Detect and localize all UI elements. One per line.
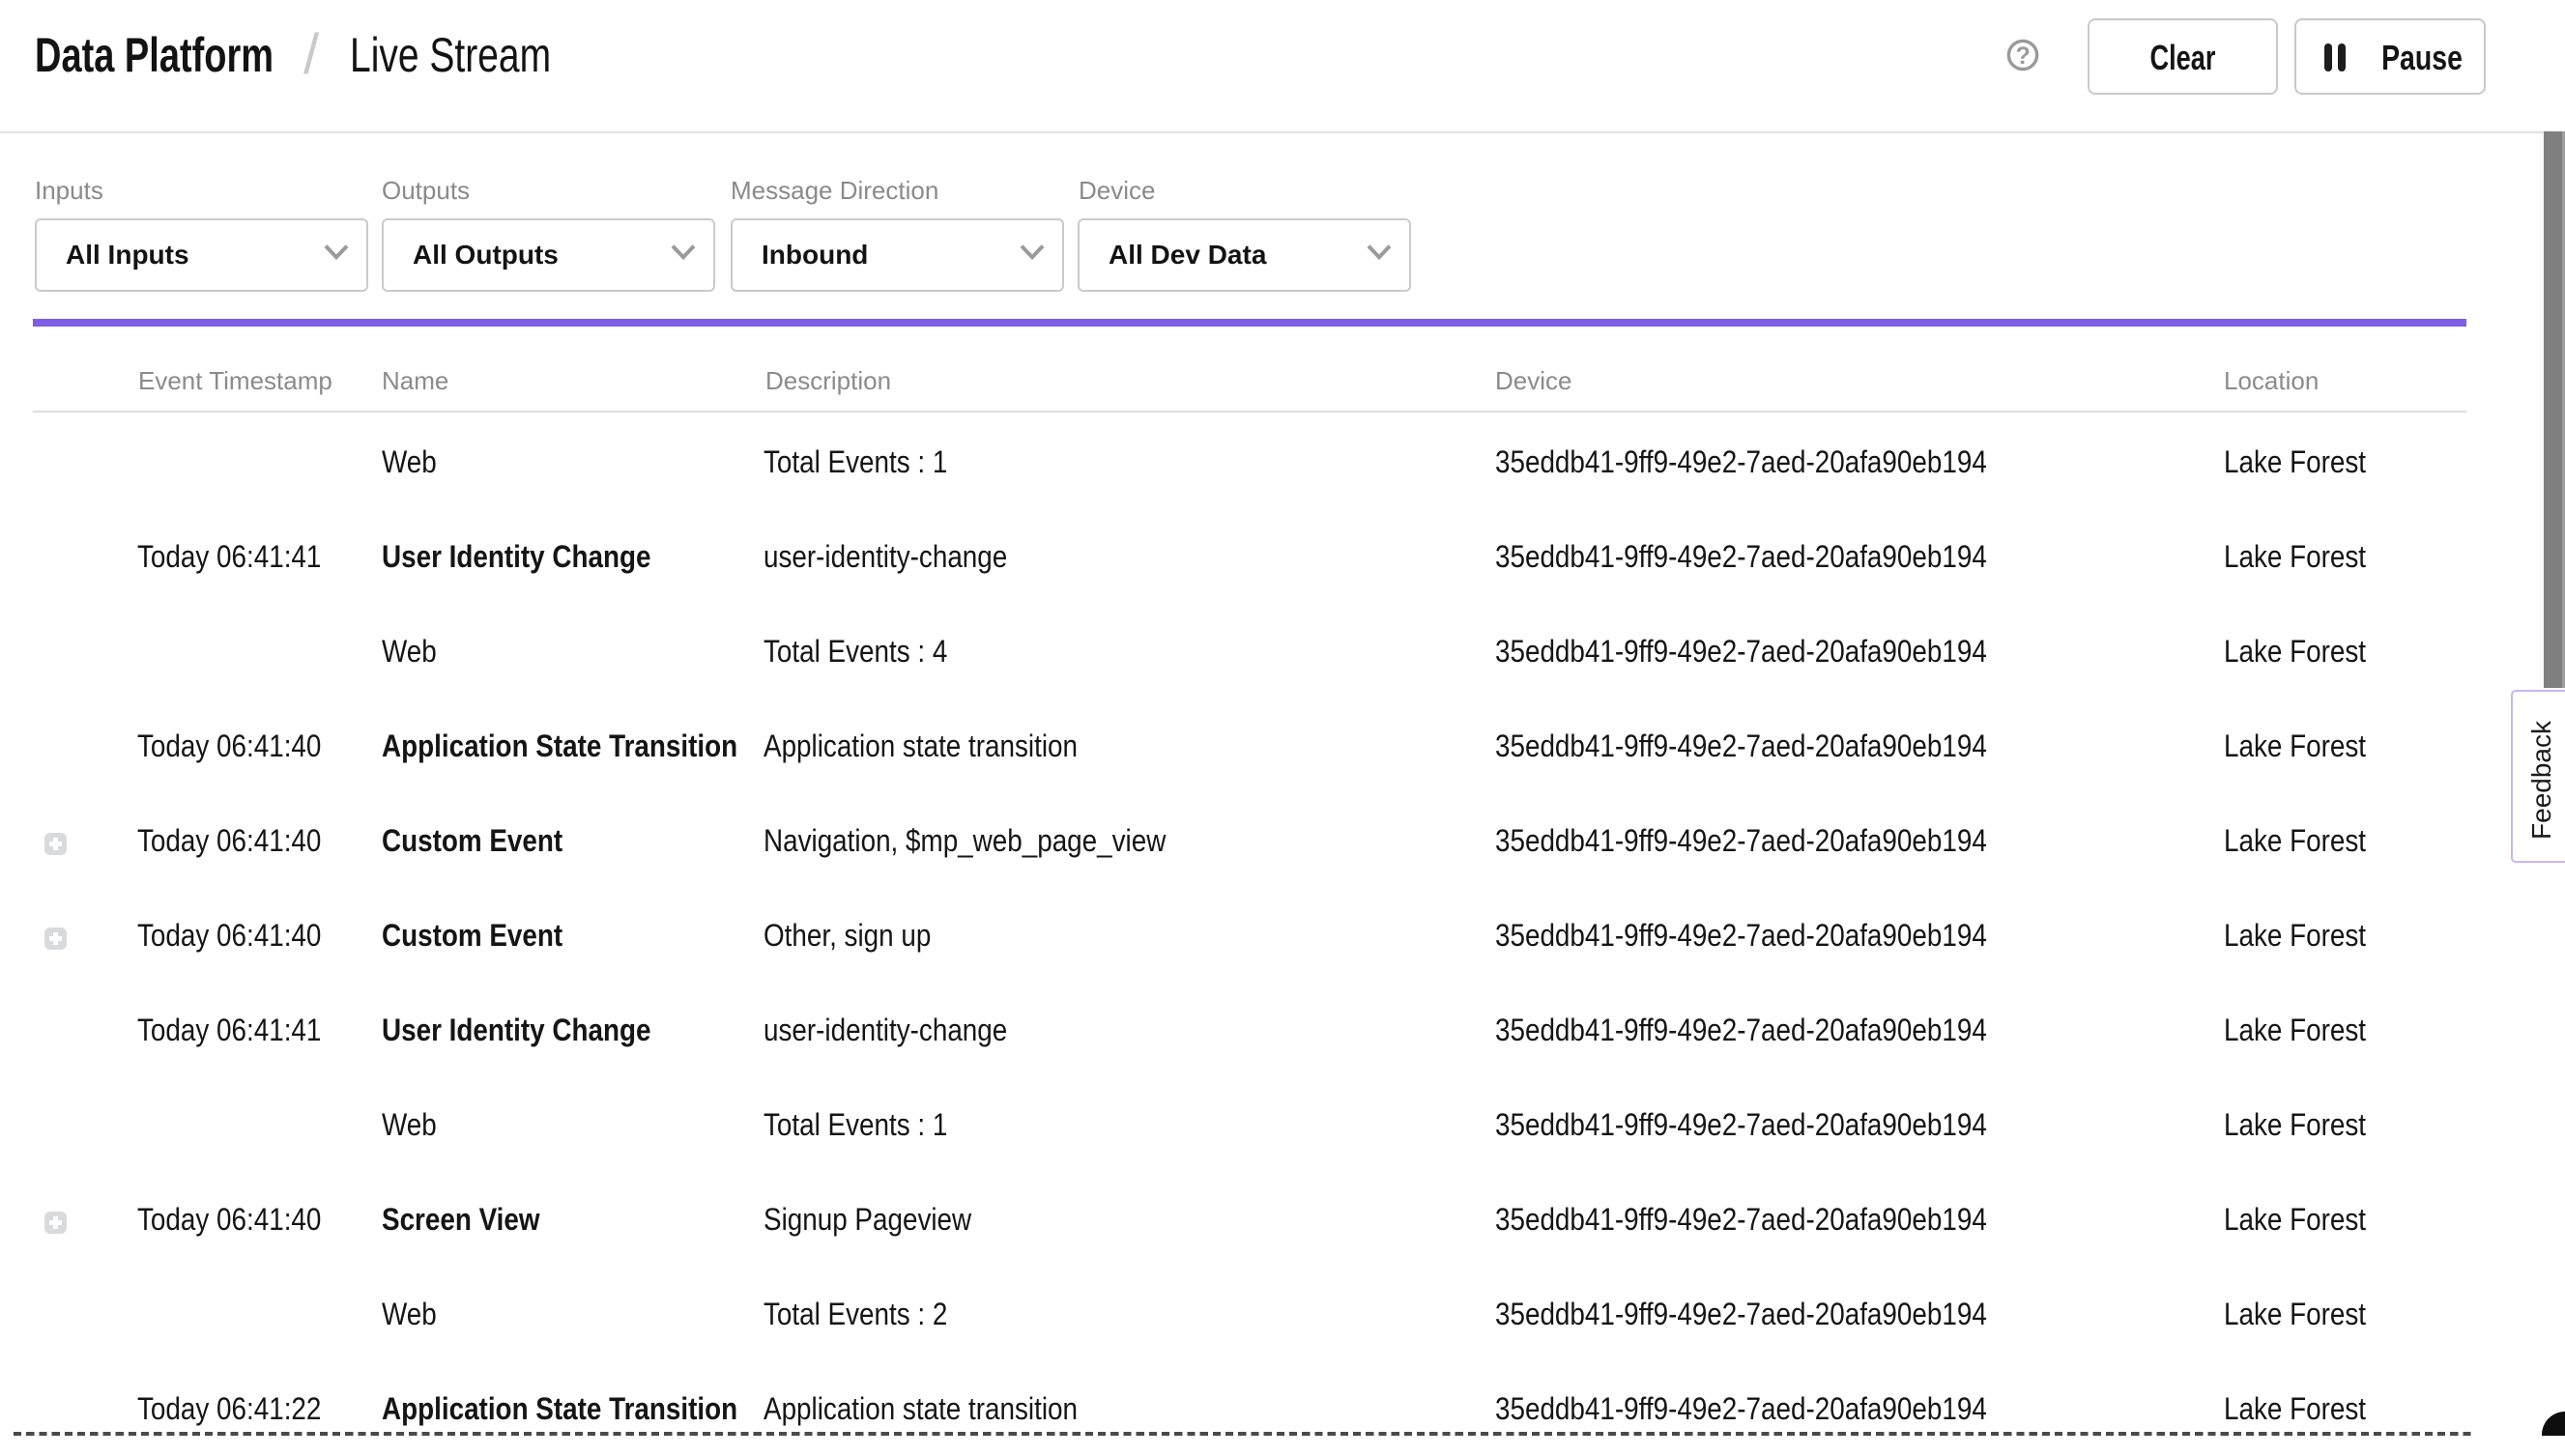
svg-text:?: ? [2016, 43, 2031, 70]
